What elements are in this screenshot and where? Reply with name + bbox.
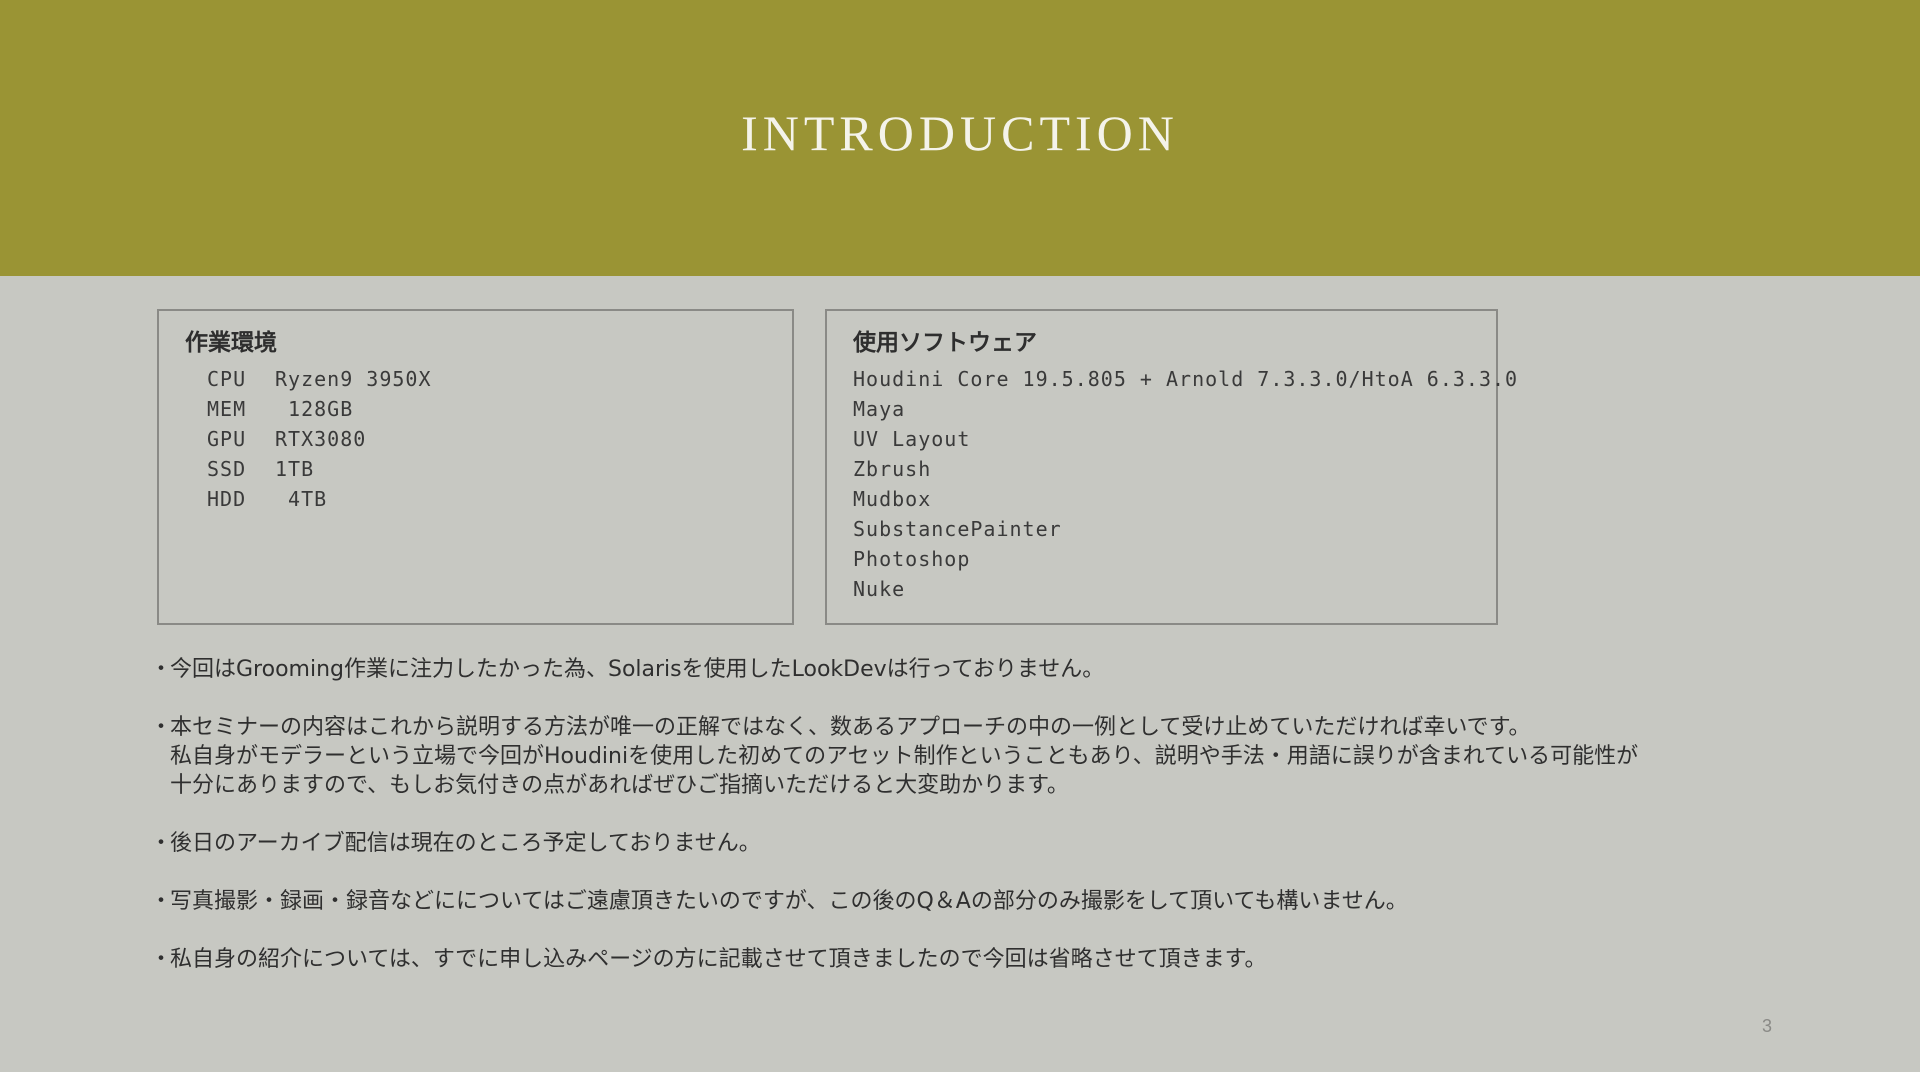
- spec-value: 4TB: [275, 487, 328, 511]
- spec-item-cpu: CPU Ryzen9 3950X: [207, 367, 432, 397]
- bullet: ・: [150, 889, 173, 914]
- note-line: 今回はGrooming作業に注力したかった為、Solarisを使用したLookD…: [170, 657, 1105, 682]
- software-item: Zbrush: [853, 457, 932, 481]
- spec-value: 1TB: [275, 457, 315, 481]
- bullet: ・: [150, 715, 173, 740]
- software-box: 使用ソフトウェア Houdini Core 19.5.805 + Arnold …: [825, 309, 1517, 625]
- spec-item-gpu: GPU RTX3080: [207, 427, 432, 457]
- note-line: 私自身の紹介については、すでに申し込みページの方に記載させて頂きましたので今回は…: [170, 947, 1267, 972]
- bullet: ・: [150, 947, 173, 972]
- software-item: Nuke: [853, 577, 906, 601]
- software-item: Maya: [853, 397, 906, 421]
- spec-value: Ryzen9 3950X: [275, 367, 432, 391]
- note-item: ・ 後日のアーカイブ配信は現在のところ予定しておりません。: [150, 829, 1790, 858]
- note-line: 写真撮影・録画・録音などにについてはご遠慮頂きたいのですが、この後のQ＆Aの部分…: [170, 889, 1408, 914]
- spec-list: CPU Ryzen9 3950X MEM 128GB GPU RTX3080 SSD…: [207, 367, 432, 517]
- software-item: Houdini Core 19.5.805 + Arnold 7.3.3.0/H…: [853, 367, 1519, 391]
- note-item: ・ 写真撮影・録画・録音などにについてはご遠慮頂きたいのですが、この後のQ＆Aの…: [150, 887, 1790, 916]
- spec-item-hdd: HDD 4TB: [207, 487, 432, 517]
- note-line: 十分にありますので、もしお気付きの点があればぜひご指摘いただけると大変助かります…: [170, 773, 1069, 798]
- spec-value: RTX3080: [275, 427, 367, 451]
- spec-label: GPU: [207, 427, 247, 451]
- software-list: Houdini Core 19.5.805 + Arnold 7.3.3.0/H…: [853, 367, 1518, 607]
- note-item: ・ 私自身の紹介については、すでに申し込みページの方に記載させて頂きましたので今…: [150, 945, 1790, 974]
- note-item: ・ 今回はGrooming作業に注力したかった為、Solarisを使用したLoo…: [150, 655, 1790, 684]
- note-line: 後日のアーカイブ配信は現在のところ予定しておりません。: [170, 831, 761, 856]
- note-item: ・ 本セミナーの内容はこれから説明する方法が唯一の正解ではなく、数あるアプローチ…: [150, 713, 1790, 800]
- software-item: SubstancePainter: [853, 517, 1062, 541]
- page-number: 3: [1761, 1016, 1772, 1036]
- spec-item-mem: MEM 128GB: [207, 397, 432, 427]
- work-environment-title: 作業環境: [185, 330, 277, 356]
- work-environment-box: 作業環境 CPU Ryzen9 3950X MEM 128GB GPU RTX308…: [157, 309, 794, 625]
- slide: INTRODUCTION 作業環境 CPU Ryzen9 3950X MEM 12…: [0, 0, 1920, 1072]
- software-title: 使用ソフトウェア: [853, 330, 1037, 356]
- slide-title: INTRODUCTION: [741, 105, 1179, 161]
- note-line: 本セミナーの内容はこれから説明する方法が唯一の正解ではなく、数あるアプローチの中…: [170, 715, 1531, 740]
- software-item: Mudbox: [853, 487, 932, 511]
- spec-label: CPU: [207, 367, 247, 391]
- bullet: ・: [150, 657, 173, 682]
- software-item: Photoshop: [853, 547, 971, 571]
- spec-label: HDD: [207, 487, 247, 511]
- header-band: INTRODUCTION: [0, 0, 1920, 276]
- spec-value: 128GB: [275, 397, 354, 421]
- note-line: 私自身がモデラーという立場で今回がHoudiniを使用した初めてのアセット制作と…: [170, 744, 1639, 769]
- software-item: UV Layout: [853, 427, 971, 451]
- bullet: ・: [150, 831, 173, 856]
- spec-item-ssd: SSD 1TB: [207, 457, 432, 487]
- notes-list: ・ 今回はGrooming作業に注力したかった為、Solarisを使用したLoo…: [150, 655, 1790, 1003]
- spec-label: MEM: [207, 397, 247, 421]
- spec-label: SSD: [207, 457, 247, 481]
